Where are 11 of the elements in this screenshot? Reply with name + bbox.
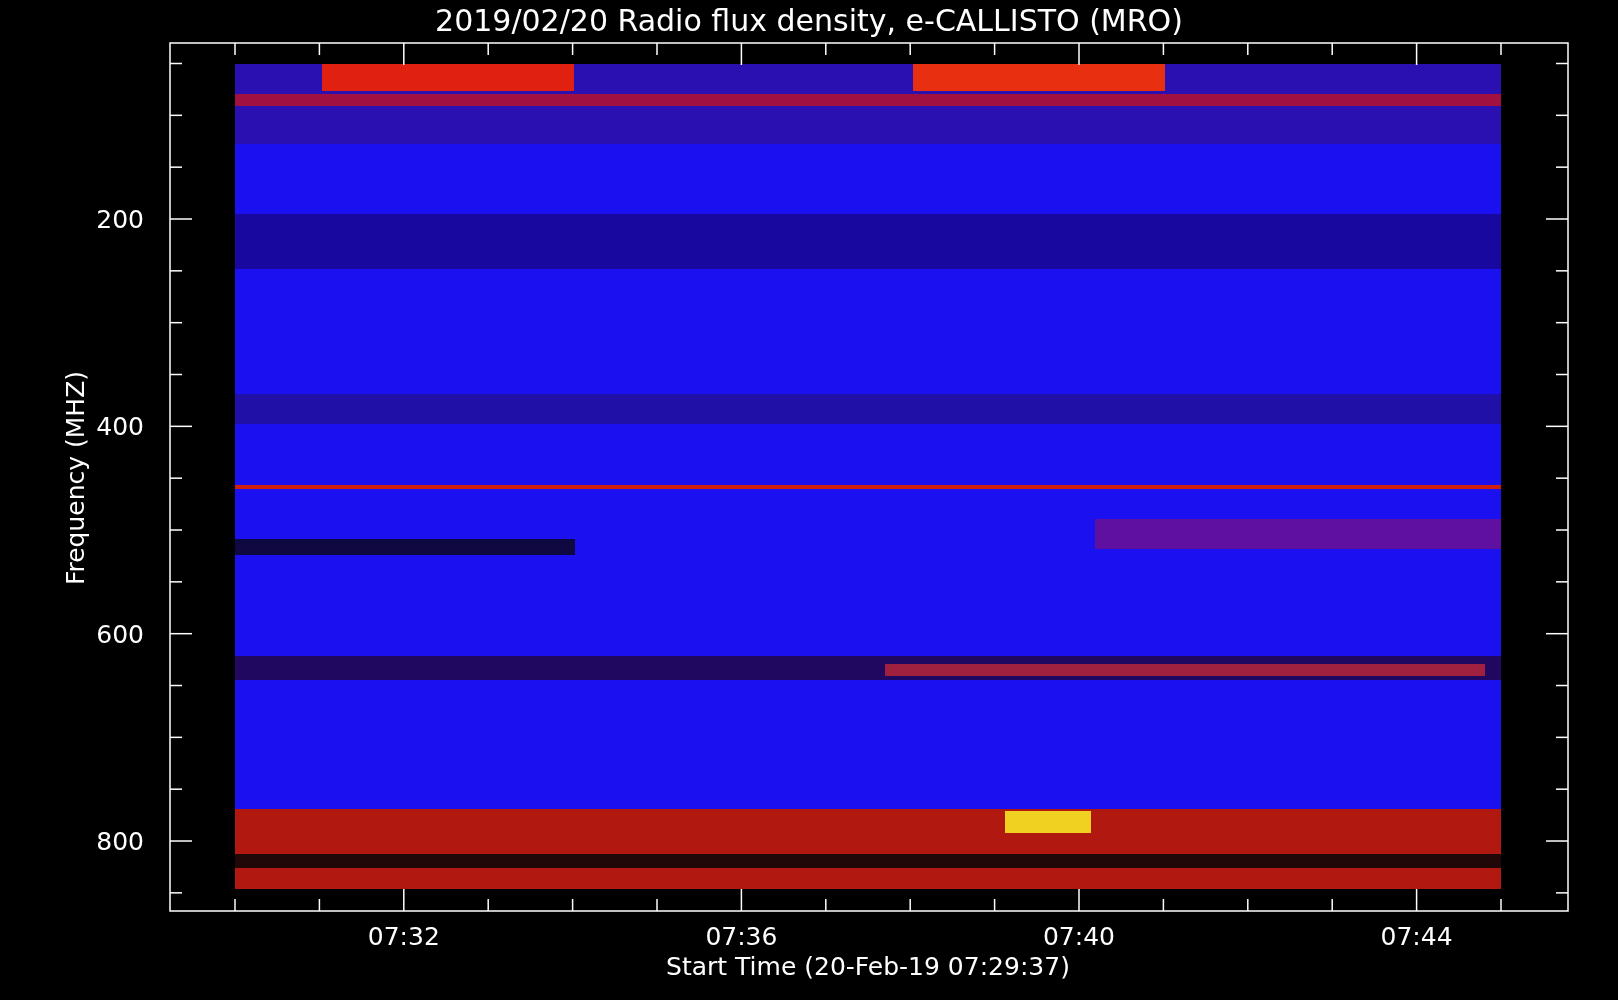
y-tick-label: 800 <box>96 827 144 856</box>
y-axis-label: Frequency (MHZ) <box>61 370 90 586</box>
x-axis-label: Start Time (20-Feb-19 07:29:37) <box>666 952 1070 981</box>
x-tick-label: 07:36 <box>705 922 778 951</box>
x-tick-label: 07:44 <box>1380 922 1453 951</box>
x-tick-label: 07:40 <box>1043 922 1115 951</box>
y-tick-label: 600 <box>96 619 144 649</box>
y-tick-label: 200 <box>96 205 144 234</box>
y-tick-label: 400 <box>96 412 144 442</box>
x-tick-label: 07:32 <box>367 922 440 951</box>
chart-title: 2019/02/20 Radio flux density, e-CALLISTO (MRO) <box>435 3 1183 38</box>
